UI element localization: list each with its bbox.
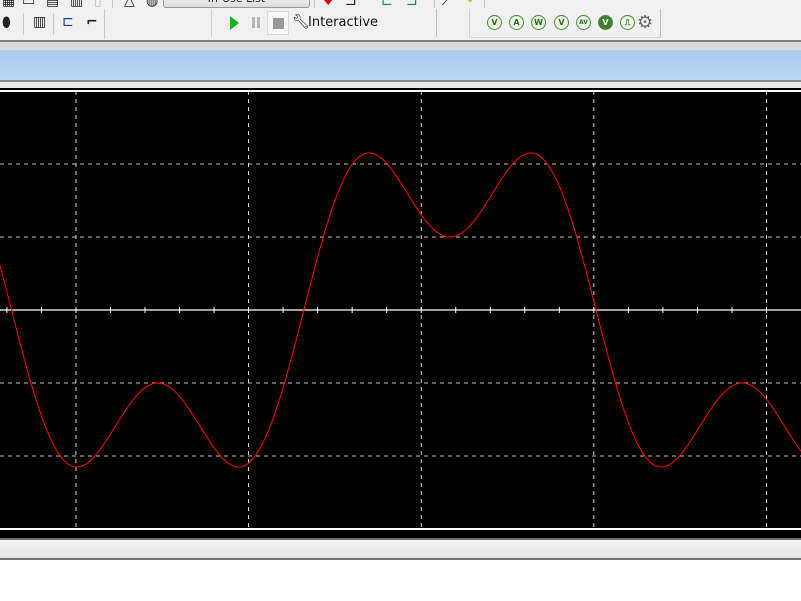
toolbar-icon[interactable]: • — [466, 0, 474, 8]
toolbar-icon[interactable]: ▦ — [2, 0, 15, 8]
simulation-controls: 🔧︎ Interactive — [211, 9, 437, 37]
ammeter-probe-icon[interactable]: A — [509, 15, 524, 30]
power-probe-icon[interactable]: W — [531, 15, 546, 30]
toolbar-icon[interactable]: △ — [124, 0, 135, 8]
toolbar-icon[interactable]: ⊐ — [345, 0, 357, 8]
digital-probe-icon[interactable]: ⎍ — [620, 15, 635, 30]
in-use-list-dropdown[interactable]: In-Use List — [163, 0, 310, 8]
status-bar — [0, 538, 801, 560]
secondary-toolbar: ⬮ ▥ ⊏ ⌐ 🔧︎ Interactive V A W V AV V ⎍ ⚙ — [0, 9, 801, 41]
probe-toolbar: V A W V AV V ⎍ ⚙ — [469, 9, 661, 38]
toolbar-icon[interactable]: ⊐ — [406, 0, 418, 8]
stop-button[interactable] — [267, 11, 289, 35]
toolbar-icon[interactable]: ⊏ — [381, 0, 393, 8]
step-signal-icon[interactable]: ⌐ — [86, 15, 98, 29]
reference-probe-icon[interactable]: V — [598, 15, 613, 30]
voltmeter-probe-icon[interactable]: V — [487, 15, 502, 30]
toolbar-icon[interactable]: ♥ — [322, 0, 335, 8]
component-icon[interactable]: ⬮ — [2, 16, 11, 30]
toolbar-icon[interactable]: ▯ — [94, 0, 102, 8]
trace-header-band — [0, 50, 801, 82]
voltage-current-probe-icon[interactable]: AV — [576, 15, 591, 30]
toolbar-icon[interactable]: ▥ — [70, 0, 83, 8]
toolbar-icon[interactable]: ⟋ — [442, 0, 452, 8]
toolbar-icon[interactable]: ▤ — [46, 0, 59, 8]
oscilloscope-display — [0, 88, 801, 538]
differential-voltage-probe-icon[interactable]: V — [554, 15, 569, 30]
simulation-mode-label[interactable]: Interactive — [308, 15, 378, 30]
toolbar-icon[interactable]: ◍ — [146, 0, 158, 8]
hierarchy-icon[interactable]: ⊏ — [62, 15, 74, 29]
toolbar-icon[interactable]: ▭ — [22, 0, 35, 8]
stop-icon — [273, 18, 284, 29]
ic-chip-icon[interactable]: ▥ — [33, 15, 46, 29]
probe-settings-gear-icon[interactable]: ⚙ — [637, 12, 653, 33]
run-icon[interactable] — [230, 16, 239, 30]
waveform-chart — [0, 90, 801, 530]
pause-icon[interactable] — [252, 17, 261, 28]
